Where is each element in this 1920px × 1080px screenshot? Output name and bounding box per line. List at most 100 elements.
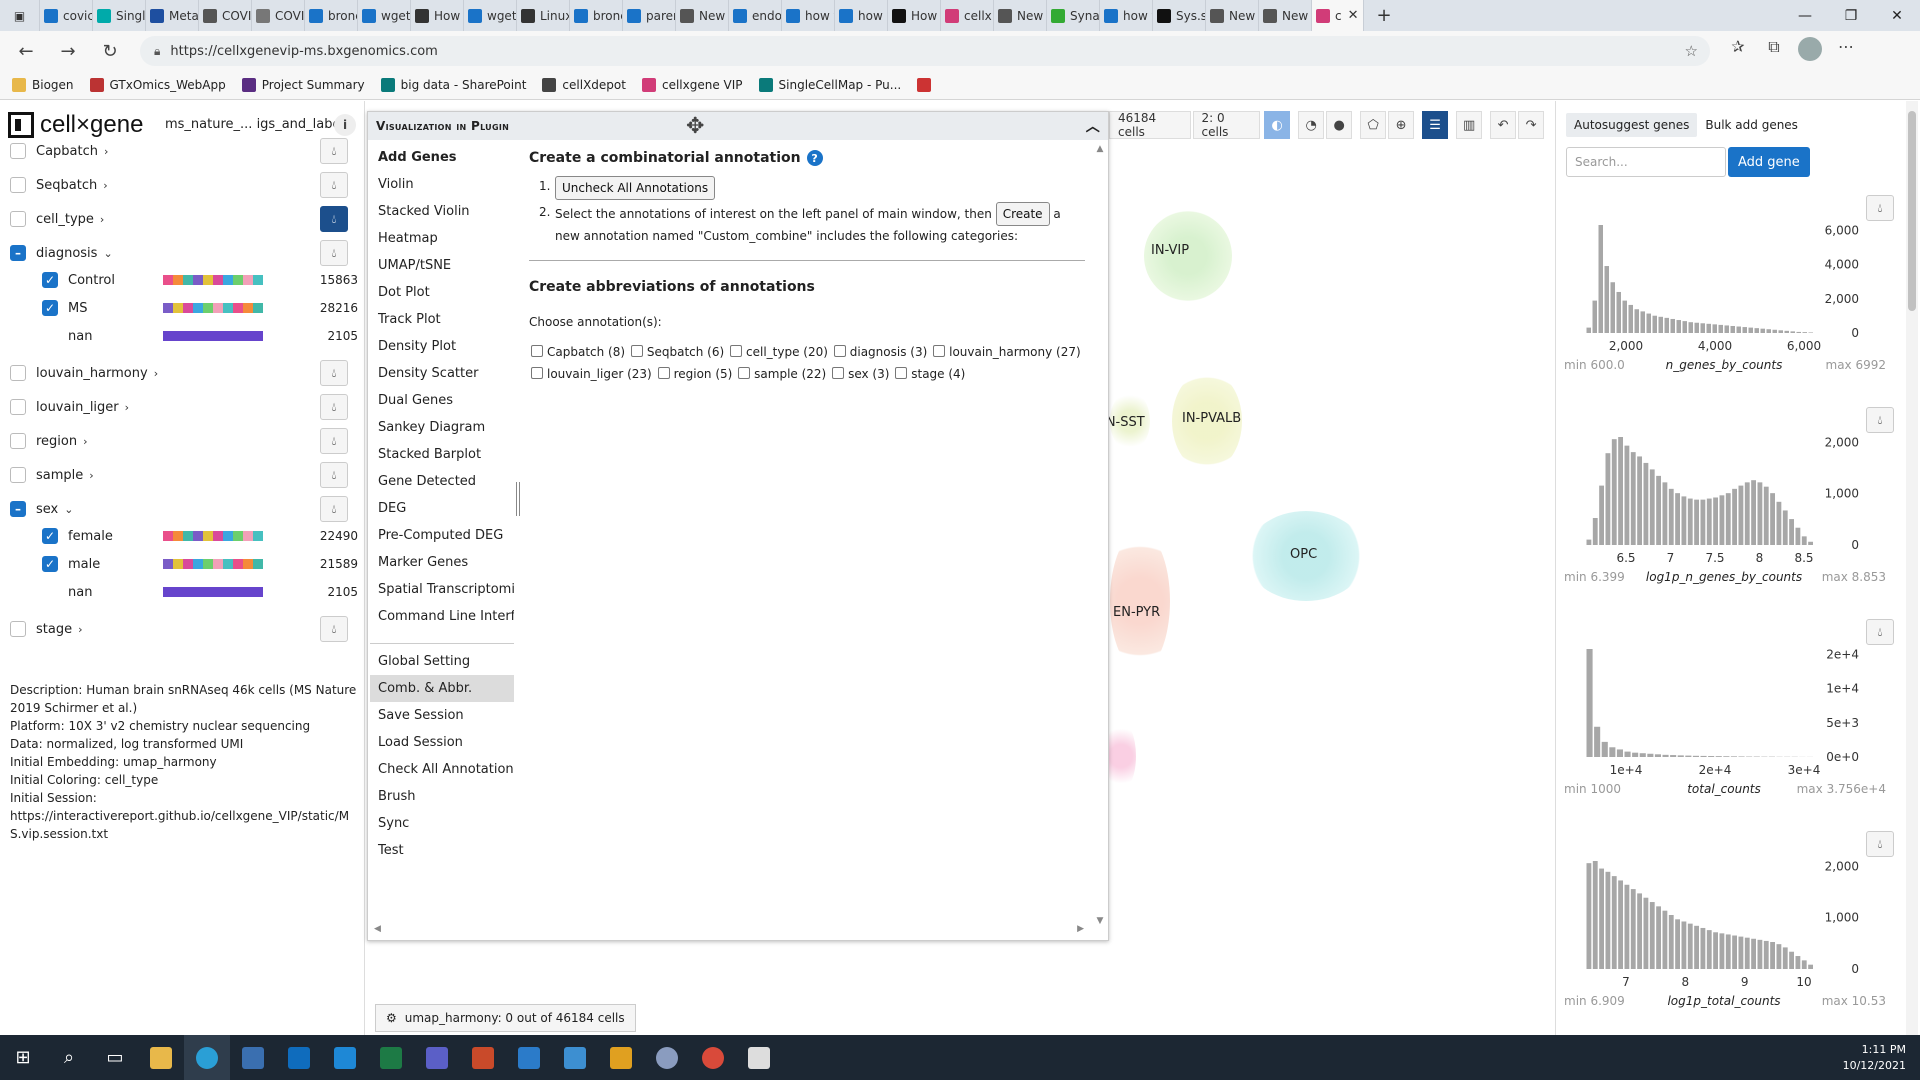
browser-tab[interactable]: how xyxy=(835,0,888,31)
chevron-down-icon[interactable]: ⌄ xyxy=(103,247,112,260)
annotation-checkbox[interactable] xyxy=(730,345,743,357)
chevron-down-icon[interactable]: ⌄ xyxy=(64,503,73,516)
create-button[interactable]: Create xyxy=(995,202,1050,226)
bookmark-item[interactable]: GTxOmics_WebApp xyxy=(89,78,226,92)
value-checkbox[interactable]: ✓ xyxy=(42,272,58,288)
vscode-icon[interactable] xyxy=(322,1035,368,1080)
plugin-menu-item[interactable]: Dot Plot xyxy=(370,279,514,306)
category-value[interactable]: nan 2105 xyxy=(42,581,358,603)
chevron-right-icon[interactable]: › xyxy=(78,623,82,636)
bookmark-item[interactable] xyxy=(917,78,937,92)
color-by-icon[interactable]: 💧︎ xyxy=(320,616,348,642)
store-icon[interactable] xyxy=(230,1035,276,1080)
gene-search-input[interactable]: Search... xyxy=(1566,147,1726,177)
browser-tab[interactable]: wget xyxy=(358,0,411,31)
browser-tab[interactable]: parer xyxy=(623,0,676,31)
annotation-checkbox[interactable] xyxy=(738,367,751,379)
minimize-icon[interactable]: — xyxy=(1782,0,1828,31)
crossfilter-icon[interactable]: ◐ xyxy=(1264,111,1291,139)
plugin-header[interactable]: Visualization in Plugin ✥ ︿ xyxy=(368,112,1108,140)
category-Capbatch[interactable]: Capbatch › 💧︎ xyxy=(10,138,358,164)
annotation-checkbox[interactable] xyxy=(531,345,543,357)
annotation-checkbox-item[interactable]: diagnosis (3) xyxy=(832,345,927,359)
category-value[interactable]: nan 2105 xyxy=(42,325,358,347)
subset-icon[interactable]: ◔ xyxy=(1298,111,1325,139)
category-checkbox[interactable] xyxy=(10,433,26,449)
more-icon[interactable]: ⋯ xyxy=(1828,37,1864,65)
category-louvain-liger[interactable]: louvain_liger › 💧︎ xyxy=(10,394,358,420)
maximize-icon[interactable]: ❐ xyxy=(1828,0,1874,31)
plugin-menu-item[interactable]: Brush xyxy=(370,783,514,810)
value-checkbox[interactable]: ✓ xyxy=(42,556,58,572)
plugin-menu-item[interactable]: Add Genes xyxy=(370,144,514,171)
browser-tab[interactable]: c ✕ xyxy=(1312,0,1364,31)
embedding-selector[interactable]: ⚙ umap_harmony: 0 out of 46184 cells xyxy=(375,1004,636,1032)
browser-tab[interactable]: Singl xyxy=(93,0,146,31)
annotation-checkbox-item[interactable]: cell_type (20) xyxy=(728,345,828,359)
browser-tab[interactable]: endo xyxy=(729,0,782,31)
color-by-icon[interactable]: 💧︎ xyxy=(320,394,348,420)
profile-avatar[interactable] xyxy=(1792,37,1828,65)
category-Seqbatch[interactable]: Seqbatch › 💧︎ xyxy=(10,172,358,198)
category-value[interactable]: ✓ Control 15863 xyxy=(42,269,358,291)
value-checkbox[interactable]: ✓ xyxy=(42,300,58,316)
lasso-icon[interactable]: ⬠ xyxy=(1360,111,1387,139)
browser-tab[interactable]: cellx xyxy=(941,0,994,31)
value-checkbox[interactable] xyxy=(42,328,58,344)
color-by-icon[interactable]: 💧︎ xyxy=(1866,831,1894,857)
forward-icon[interactable]: → xyxy=(52,35,84,67)
color-by-icon[interactable]: 💧︎ xyxy=(1866,195,1894,221)
plugin-menu-item[interactable]: Command Line Interface xyxy=(370,603,514,630)
browser-tab[interactable]: COVI xyxy=(252,0,305,31)
plugin-menu-item[interactable]: Save Session xyxy=(370,702,514,729)
file-explorer-icon[interactable] xyxy=(138,1035,184,1080)
plugin-menu-item[interactable]: Track Plot xyxy=(370,306,514,333)
browser-tab[interactable]: How xyxy=(888,0,941,31)
annotation-checkbox[interactable] xyxy=(833,345,846,357)
annotation-checkbox[interactable] xyxy=(895,367,908,379)
tab-autosuggest[interactable]: Autosuggest genes xyxy=(1566,113,1698,137)
browser-tab[interactable]: Syna xyxy=(1047,0,1100,31)
pane-splitter[interactable] xyxy=(516,482,520,516)
value-checkbox[interactable]: ✓ xyxy=(42,528,58,544)
category-checkbox[interactable] xyxy=(10,211,26,227)
browser-tab[interactable]: covic xyxy=(40,0,93,31)
back-icon[interactable]: ← xyxy=(10,35,42,67)
browser-tab[interactable]: New xyxy=(994,0,1047,31)
browser-tab[interactable]: how t xyxy=(782,0,835,31)
outlook-icon[interactable] xyxy=(276,1035,322,1080)
edge-icon[interactable] xyxy=(184,1035,230,1080)
chevron-right-icon[interactable]: › xyxy=(89,469,93,482)
browser-menu-icon[interactable]: ▣ xyxy=(0,0,40,31)
browser-tab[interactable]: Sys.s xyxy=(1153,0,1206,31)
annotation-checkbox[interactable] xyxy=(933,345,946,357)
chrome-icon[interactable] xyxy=(690,1035,736,1080)
plugin-menu-item[interactable]: Spatial Transcriptomics xyxy=(370,576,514,603)
bookmark-item[interactable]: Biogen xyxy=(12,78,74,92)
color-by-icon[interactable]: 💧︎ xyxy=(320,360,348,386)
powerpoint-icon[interactable] xyxy=(460,1035,506,1080)
chevron-right-icon[interactable]: › xyxy=(100,213,104,226)
plugin-menu-item[interactable]: Heatmap xyxy=(370,225,514,252)
annotation-checkbox-item[interactable]: Seqbatch (6) xyxy=(629,345,724,359)
bookmark-item[interactable]: SingleCellMap - Pu... xyxy=(758,78,901,92)
bookmark-item[interactable]: big data - SharePoint xyxy=(380,78,526,92)
category-cell-type[interactable]: cell_type › 💧︎ xyxy=(10,206,358,232)
value-checkbox[interactable] xyxy=(42,584,58,600)
browser-tab[interactable]: COVI xyxy=(199,0,252,31)
chevron-right-icon[interactable]: › xyxy=(83,435,87,448)
collapse-icon[interactable]: ︿ xyxy=(1086,116,1100,136)
plugin-menu-item[interactable]: Stacked Barplot xyxy=(370,441,514,468)
color-by-icon[interactable]: 💧︎ xyxy=(320,206,348,232)
chevron-right-icon[interactable]: › xyxy=(125,401,129,414)
close-tab-icon[interactable]: ✕ xyxy=(1348,8,1359,23)
plugin-menu-item[interactable]: Comb. & Abbr. xyxy=(370,675,514,702)
category-checkbox[interactable] xyxy=(10,365,26,381)
category-sample[interactable]: sample › 💧︎ xyxy=(10,462,358,488)
category-checkbox[interactable]: – xyxy=(10,501,26,517)
category-louvain-harmony[interactable]: louvain_harmony › 💧︎ xyxy=(10,360,358,386)
url-field[interactable]: 🔒︎ https://cellxgenevip-ms.bxgenomics.co… xyxy=(140,36,1710,66)
plugin-menu-item[interactable]: Dual Genes xyxy=(370,387,514,414)
color-by-icon[interactable]: 💧︎ xyxy=(320,496,348,522)
browser-tab[interactable]: New xyxy=(1206,0,1259,31)
